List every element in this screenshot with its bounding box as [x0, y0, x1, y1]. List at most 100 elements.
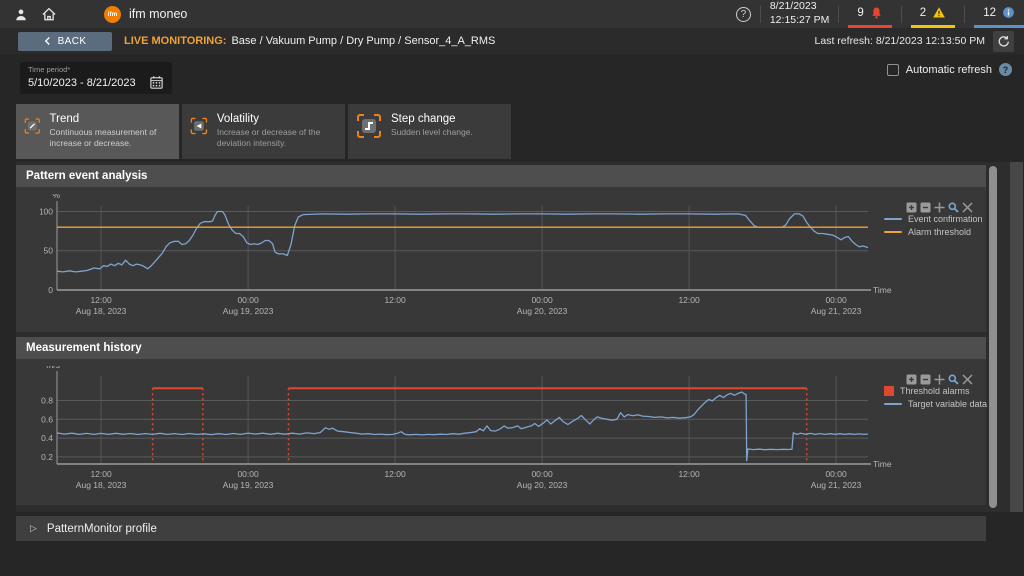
legend-label: Event confirmation: [908, 214, 983, 224]
refresh-button[interactable]: [993, 31, 1014, 52]
warning-icon: [932, 6, 946, 19]
y-axis-label: %: [52, 194, 60, 200]
last-refresh-text: Last refresh: 8/21/2023 12:13:50 PM: [815, 35, 985, 47]
panel-title: Measurement history: [26, 342, 142, 354]
question-help-icon[interactable]: ?: [999, 63, 1012, 76]
home-icon[interactable]: [38, 7, 60, 22]
x-tick-sublabel: Aug 19, 2023: [223, 480, 274, 490]
divider: [964, 6, 965, 23]
autoscale-icon[interactable]: [962, 202, 973, 213]
warning-counter[interactable]: 2: [911, 0, 955, 28]
volatility-icon: [190, 113, 208, 139]
legend-swatch: [884, 403, 902, 405]
back-label: BACK: [58, 36, 87, 47]
tab-trend-description: Continuous measurement of increase or de…: [50, 127, 171, 149]
pattern-event-analysis-chart[interactable]: 050100%12:00Aug 18, 202300:00Aug 19, 202…: [40, 194, 985, 322]
y-tick-label: 0.4: [41, 433, 53, 443]
automatic-refresh-checkbox[interactable]: [887, 64, 899, 76]
info-count: 12: [983, 7, 996, 19]
x-tick-sublabel: Aug 20, 2023: [517, 480, 568, 490]
tab-volatility[interactable]: Volatility Increase or decrease of the d…: [182, 104, 345, 159]
pattern-monitor-profile-expander[interactable]: ▷ PatternMonitor profile: [16, 516, 986, 541]
chart-legend: Event confirmation Alarm threshold: [884, 214, 983, 240]
step-change-icon: [356, 113, 382, 139]
refresh-icon: [997, 35, 1010, 48]
x-tick-sublabel: Aug 21, 2023: [811, 480, 862, 490]
zoom-select-icon[interactable]: [948, 374, 959, 385]
back-button[interactable]: BACK: [18, 32, 112, 51]
subbar: BACK LIVE MONITORING: Base / Vakuum Pump…: [0, 28, 1024, 54]
user-icon[interactable]: [10, 7, 32, 22]
legend-item[interactable]: Event confirmation: [884, 214, 983, 224]
zoom-select-icon[interactable]: [948, 202, 959, 213]
bell-icon: [870, 6, 883, 20]
x-tick-sublabel: Aug 18, 2023: [76, 306, 127, 316]
chart-toolbar: [906, 202, 973, 213]
expand-icon: ▷: [30, 523, 37, 534]
panel-header: Measurement history: [16, 337, 986, 359]
y-tick-label: 0.8: [41, 395, 53, 405]
auto-refresh-control: Automatic refresh ?: [887, 63, 1012, 76]
warning-count: 2: [920, 7, 926, 19]
info-counter[interactable]: 12: [974, 0, 1024, 28]
autoscale-icon[interactable]: [962, 374, 973, 385]
live-monitoring-label: LIVE MONITORING:: [124, 35, 226, 47]
chart-legend: Threshold alarms Target variable data: [884, 386, 987, 412]
x-tick-label: 00:00: [825, 469, 847, 479]
x-tick-sublabel: Aug 19, 2023: [223, 306, 274, 316]
x-tick-label: 00:00: [531, 469, 553, 479]
pan-icon[interactable]: [934, 202, 945, 213]
legend-label: Threshold alarms: [900, 386, 970, 396]
x-tick-label: 00:00: [237, 295, 259, 305]
measurement-history-panel: Measurement history 0.20.40.60.8m/s12:00…: [16, 337, 986, 505]
alarm-count: 9: [857, 7, 863, 19]
time-period-field[interactable]: Time period* 5/10/2023 - 8/21/2023: [20, 62, 172, 94]
help-icon[interactable]: ?: [736, 7, 751, 22]
legend-item[interactable]: Target variable data: [884, 399, 987, 409]
tab-step-change-label: Step change: [391, 113, 473, 125]
x-tick-label: 12:00: [90, 295, 112, 305]
x-tick-label: 12:00: [90, 469, 112, 479]
legend-item[interactable]: Threshold alarms: [884, 386, 987, 396]
x-tick-sublabel: Aug 18, 2023: [76, 480, 127, 490]
pan-icon[interactable]: [934, 374, 945, 385]
tab-trend[interactable]: Trend Continuous measurement of increase…: [16, 104, 179, 159]
pattern-event-analysis-panel: Pattern event analysis 050100%12:00Aug 1…: [16, 165, 986, 332]
tab-step-change[interactable]: Step change Sudden level change.: [348, 104, 511, 159]
zoom-out-icon[interactable]: [920, 374, 931, 385]
divider: [760, 6, 761, 23]
chevron-left-icon: [44, 36, 51, 46]
legend-swatch: [884, 218, 902, 220]
topbar-right: ? 8/21/2023 12:15:27 PM 9 2 12: [736, 0, 1024, 28]
legend-label: Alarm threshold: [908, 227, 971, 237]
x-tick-label: 00:00: [237, 469, 259, 479]
time-text: 12:15:27 PM: [770, 14, 830, 28]
zoom-in-icon[interactable]: [906, 202, 917, 213]
y-tick-label: 100: [40, 206, 53, 216]
datetime: 8/21/2023 12:15:27 PM: [770, 0, 830, 27]
series-target-variable-data: [57, 392, 868, 461]
pattern-tabs: Trend Continuous measurement of increase…: [16, 104, 511, 159]
y-tick-label: 0.6: [41, 414, 53, 424]
legend-item[interactable]: Alarm threshold: [884, 227, 983, 237]
ifm-logo-icon[interactable]: ifm: [104, 6, 121, 23]
divider: [901, 6, 902, 23]
legend-swatch: [884, 386, 894, 396]
zoom-in-icon[interactable]: [906, 374, 917, 385]
measurement-history-chart[interactable]: 0.20.40.60.8m/s12:00Aug 18, 202300:00Aug…: [40, 366, 985, 498]
divider: [838, 6, 839, 23]
time-period-label: Time period*: [28, 65, 164, 74]
trend-icon: [24, 113, 41, 139]
inner-scrollbar-thumb[interactable]: [989, 166, 997, 508]
y-axis-label: m/s: [46, 366, 60, 370]
x-tick-label: 00:00: [531, 295, 553, 305]
panel-header: Pattern event analysis: [16, 165, 986, 187]
alarm-counter[interactable]: 9: [848, 0, 891, 28]
y-tick-label: 50: [44, 246, 54, 256]
outer-scrollbar-track[interactable]: [1010, 162, 1023, 512]
zoom-out-icon[interactable]: [920, 202, 931, 213]
calendar-icon[interactable]: [149, 75, 164, 90]
breadcrumb: Base / Vakuum Pump / Dry Pump / Sensor_4…: [231, 35, 495, 47]
x-axis-label: Time: [873, 459, 892, 469]
tab-volatility-label: Volatility: [217, 113, 337, 125]
